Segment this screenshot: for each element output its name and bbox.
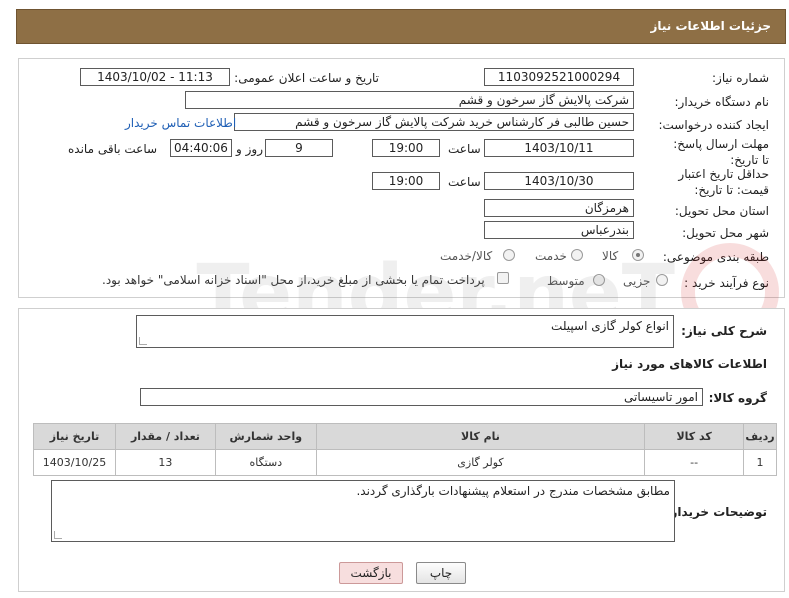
reply-time-field: 19:00: [372, 139, 440, 157]
col-date: تاریخ نیاز: [33, 423, 116, 450]
announce-label: تاریخ و ساعت اعلان عمومی:: [234, 71, 379, 85]
treasury-payment-note: پرداخت تمام یا بخشی از مبلغ خرید،از محل …: [102, 273, 485, 287]
general-desc-field: انواع کولر گازی اسپیلت: [136, 315, 674, 348]
city-label: شهر محل تحویل:: [682, 226, 769, 240]
process-option-medium: متوسط: [547, 274, 585, 288]
cell-unit: دستگاه: [214, 449, 317, 476]
category-option-goods: کالا: [602, 249, 619, 263]
buyer-org-field: شرکت پالایش گاز سرخون و قشم: [185, 91, 634, 109]
general-desc-text: انواع کولر گازی اسپیلت: [551, 319, 669, 333]
requester-label: ایجاد کننده درخواست:: [658, 118, 769, 132]
reply-time-label: ساعت: [448, 142, 481, 156]
need-number-label: شماره نیاز:: [712, 71, 769, 85]
col-qty: تعداد / مقدار: [115, 423, 216, 450]
resize-handle-icon[interactable]: [139, 337, 147, 345]
table-row: 1 -- کولر گازی دستگاه 13 1403/10/25: [33, 449, 777, 476]
cell-code: --: [644, 449, 745, 476]
print-button[interactable]: چاپ: [416, 562, 466, 584]
col-unit: واحد شمارش: [214, 423, 317, 450]
category-radio-service[interactable]: [571, 249, 583, 261]
col-code: کد کالا: [644, 423, 745, 450]
category-radio-goods-service[interactable]: [503, 249, 515, 261]
buyer-notes-label: توضیحات خریدار:: [665, 505, 767, 519]
category-option-service: خدمت: [535, 249, 567, 263]
city-field: بندرعباس: [484, 221, 634, 239]
page-title: جزئیات اطلاعات نیاز: [650, 19, 771, 33]
process-radio-minor[interactable]: [656, 274, 668, 286]
process-option-minor: جزیی: [623, 274, 651, 288]
goods-group-label: گروه کالا:: [708, 391, 767, 405]
buyer-org-label: نام دستگاه خریدار:: [674, 95, 770, 109]
process-radio-medium[interactable]: [593, 274, 605, 286]
category-option-goods-service: کالا/خدمت: [440, 249, 493, 263]
back-button[interactable]: بازگشت: [339, 562, 403, 584]
buyer-contact-link[interactable]: اطلاعات تماس خریدار: [125, 116, 236, 130]
province-field: هرمزگان: [484, 199, 634, 217]
reply-deadline-label: مهلت ارسال پاسخ: تا تاریخ:: [673, 137, 769, 167]
price-validity-label: حداقل تاریخ اعتبار قیمت: تا تاریخ:: [678, 167, 769, 197]
goods-table-header: ردیف کد کالا نام کالا واحد شمارش تعداد /…: [33, 423, 777, 450]
page-header: جزئیات اطلاعات نیاز: [16, 9, 786, 44]
days-field: 9: [265, 139, 333, 157]
resize-handle-icon[interactable]: [54, 531, 62, 539]
goods-group-field: امور تاسیساتی: [140, 388, 703, 406]
goods-table: ردیف کد کالا نام کالا واحد شمارش تعداد /…: [33, 423, 777, 476]
cell-row: 1: [743, 449, 777, 476]
days-label: روز و: [236, 142, 263, 156]
cell-name: کولر گازی: [315, 449, 646, 476]
province-label: استان محل تحویل:: [674, 204, 769, 218]
price-time-label: ساعت: [448, 175, 481, 189]
col-row: ردیف: [743, 423, 777, 450]
buyer-notes-field: مطابق مشخصات مندرج در استعلام پیشنهادات …: [51, 480, 675, 542]
price-date-field: 1403/10/30: [484, 172, 634, 190]
reply-date-field: 1403/10/11: [484, 139, 634, 157]
price-time-field: 19:00: [372, 172, 440, 190]
col-name: نام کالا: [315, 423, 646, 450]
category-radio-goods[interactable]: [632, 249, 644, 261]
buyer-notes-text: مطابق مشخصات مندرج در استعلام پیشنهادات …: [356, 484, 670, 498]
announce-field: 1403/10/02 - 11:13: [80, 68, 230, 86]
requester-field: حسین طالبی فر کارشناس خرید شرکت پالایش گ…: [234, 113, 634, 131]
general-desc-label: شرح کلی نیاز:: [681, 324, 767, 338]
treasury-payment-checkbox[interactable]: [497, 272, 509, 284]
cell-date: 1403/10/25: [33, 449, 116, 476]
cell-qty: 13: [115, 449, 216, 476]
category-label: طبقه بندی موضوعی:: [662, 250, 769, 264]
remaining-time-field: 04:40:06: [170, 139, 232, 157]
process-label: نوع فرآیند خرید :: [684, 276, 769, 290]
need-number-field: 1103092521000294: [484, 68, 634, 86]
remaining-label: ساعت باقی مانده: [68, 142, 158, 156]
goods-info-title: اطلاعات کالاهای مورد نیاز: [612, 357, 767, 371]
